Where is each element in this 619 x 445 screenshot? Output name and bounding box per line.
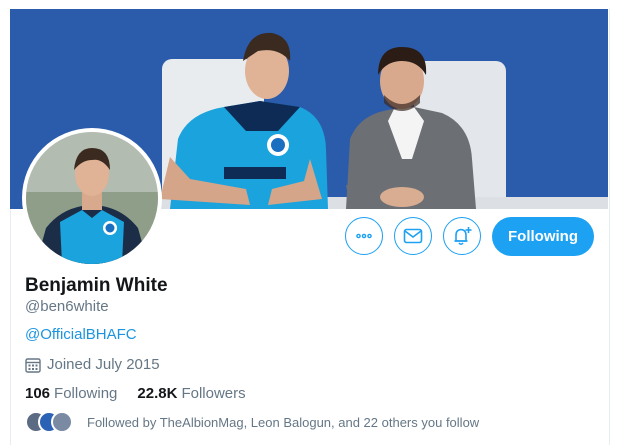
following-button[interactable]: Following (492, 217, 594, 256)
more-button[interactable] (345, 217, 383, 255)
followed-by-text: Followed by TheAlbionMag, Leon Balogun, … (87, 414, 480, 430)
following-label: Following (54, 385, 118, 402)
followers-stat[interactable]: 22.8K Followers (137, 385, 245, 402)
following-stat[interactable]: 106 Following (25, 385, 117, 402)
followers-label: Followers (181, 385, 246, 402)
follow-stats: 106 Following 22.8K Followers (25, 385, 246, 402)
calendar-icon (25, 357, 41, 373)
profile-avatar[interactable] (22, 128, 162, 268)
followers-count: 22.8K (137, 385, 178, 402)
username-handle: @ben6white (25, 298, 109, 315)
notifications-button[interactable] (443, 217, 481, 255)
joined-text: Joined July 2015 (47, 356, 160, 373)
follower-avatar (51, 411, 73, 433)
joined-date: Joined July 2015 (25, 356, 160, 373)
following-count: 106 (25, 385, 51, 402)
message-button[interactable] (394, 217, 432, 255)
bell-plus-icon (454, 227, 472, 246)
followed-by[interactable]: Followed by TheAlbionMag, Leon Balogun, … (25, 411, 479, 433)
more-icon (356, 233, 372, 239)
envelope-icon (403, 228, 423, 244)
bio-mention-link[interactable]: @OfficialBHAFC (25, 326, 137, 343)
avatar-photo (26, 132, 158, 264)
display-name: Benjamin White (25, 275, 168, 296)
